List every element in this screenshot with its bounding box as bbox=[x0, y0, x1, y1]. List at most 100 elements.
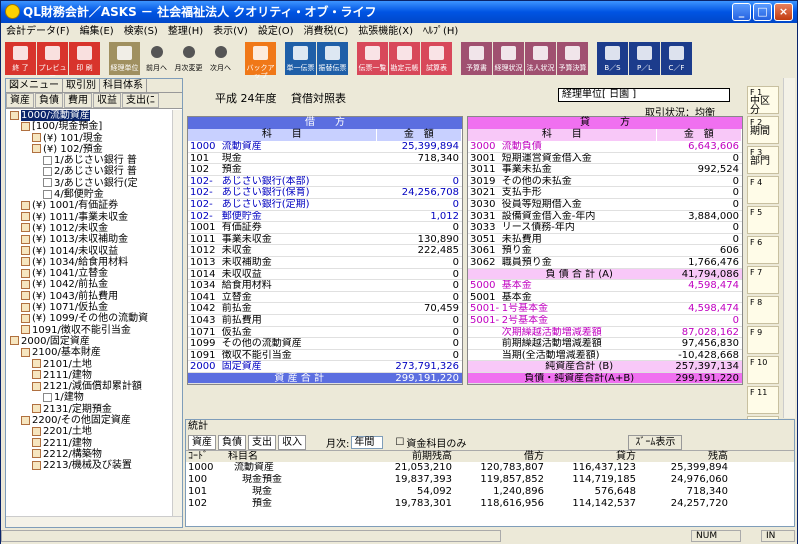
debit-row[interactable]: 1034 給食用材料 0 bbox=[188, 280, 462, 292]
function-key[interactable]: F 10 bbox=[747, 356, 779, 384]
tree-item[interactable]: 2201/土地 bbox=[6, 426, 174, 437]
tree-item[interactable]: (¥) 1071/仮払金 bbox=[6, 302, 174, 313]
toolbar-button[interactable]: 勘定元帳 bbox=[389, 42, 420, 75]
tree-item[interactable]: 2212/構築物 bbox=[6, 449, 174, 460]
credit-row[interactable]: 純資産合計 (B) 257,397,134 bbox=[468, 361, 742, 373]
table-row[interactable]: 1000 流動資産 21,053,210 120,783,807 116,437,123… bbox=[186, 462, 794, 474]
credit-row[interactable]: 前期繰越活動増減差額 97,456,830 bbox=[468, 338, 742, 350]
toolbar-button[interactable]: 前月へ bbox=[141, 42, 172, 75]
credit-row[interactable]: 次期繰越活動増減差額 87,028,162 bbox=[468, 326, 742, 339]
credit-row[interactable]: 負債・純資産合計(A+B) 299,191,220 bbox=[468, 372, 742, 385]
menu-item[interactable]: 検索(S) bbox=[119, 23, 163, 40]
tree-item[interactable]: (¥) 1012/未収金 bbox=[6, 223, 174, 234]
tree-item[interactable]: 1000/流動資産 bbox=[6, 110, 174, 121]
debit-row[interactable]: 1099 その他の流動資産 0 bbox=[188, 338, 462, 350]
tree-item[interactable]: (¥) 1011/事業未収金 bbox=[6, 212, 174, 223]
tree-item[interactable]: 2211/建物 bbox=[6, 438, 174, 449]
tree-item[interactable]: 2/あじさい銀行 普 bbox=[6, 166, 174, 177]
tree-item[interactable]: (¥) 101/現金 bbox=[6, 133, 174, 144]
toolbar-button[interactable]: 終 了 bbox=[5, 42, 36, 75]
function-key[interactable]: F 1 中区分 bbox=[747, 86, 779, 116]
function-key[interactable]: F 6 bbox=[747, 236, 779, 264]
toolbar-button[interactable]: 伝票一覧 bbox=[357, 42, 388, 75]
funds-only-checkbox[interactable]: ☐ bbox=[395, 437, 404, 448]
debit-row[interactable]: 1014 未収収益 0 bbox=[188, 268, 462, 281]
tree-item[interactable]: (¥) 1041/立替金 bbox=[6, 268, 174, 279]
toolbar-button[interactable]: 経理単位 bbox=[109, 42, 140, 75]
table-row[interactable]: 101 現金 54,092 1,240,896 576,648 718,340 bbox=[186, 486, 794, 498]
menu-item[interactable]: 会計データ(F) bbox=[1, 23, 75, 40]
category-tab[interactable]: 収益 bbox=[93, 93, 121, 108]
tree-item[interactable]: 2131/定期預金 bbox=[6, 404, 174, 415]
table-row[interactable]: 100 現金預金 19,837,393 119,857,852 114,719,185 2… bbox=[186, 474, 794, 486]
tree-item[interactable]: (¥) 1042/前払金 bbox=[6, 279, 174, 290]
category-tab[interactable]: 負債 bbox=[35, 93, 63, 108]
credit-row[interactable]: 5000 基本金 4,598,474 bbox=[468, 280, 742, 292]
tree-item[interactable]: 2101/土地 bbox=[6, 359, 174, 370]
credit-row[interactable]: 3011 事業未払金 992,524 bbox=[468, 164, 742, 176]
category-tab[interactable]: 支出(ﾆ bbox=[122, 93, 159, 108]
toolbar-button[interactable]: 法人状況 bbox=[525, 42, 556, 75]
debit-row[interactable]: 102-03 あじさい銀行(定期) 0 bbox=[188, 198, 462, 211]
maximize-button[interactable]: □ bbox=[753, 3, 772, 21]
toolbar-button[interactable]: C／F bbox=[661, 42, 692, 75]
credit-row[interactable]: 負 債 合 計 (A) 41,794,086 bbox=[468, 268, 742, 281]
tree-item[interactable]: (¥) 1043/前払費用 bbox=[6, 291, 174, 302]
menu-item[interactable]: 表示(V) bbox=[208, 23, 253, 40]
debit-row[interactable]: 1043 前払費用 0 bbox=[188, 314, 462, 327]
unit-selector[interactable]: 経理単位[ 日園 ] bbox=[558, 88, 730, 102]
toolbar-button[interactable]: バックアップ bbox=[245, 42, 276, 80]
credit-row[interactable]: 5001 基本金 bbox=[468, 291, 742, 304]
debit-row[interactable]: 1091 徴収不能引当金 0 bbox=[188, 349, 462, 362]
month-select[interactable]: 年間 bbox=[351, 435, 384, 449]
menu-item[interactable]: 消費税(C) bbox=[299, 23, 354, 40]
credit-row[interactable]: 5001-011号基本金 4,598,474 bbox=[468, 303, 742, 315]
tree-item[interactable]: 4/郵便貯金 bbox=[6, 189, 174, 200]
zoom-button[interactable]: ｽﾞｰﾑ表示 bbox=[628, 434, 683, 450]
menu-item[interactable]: ﾍﾙﾌﾟ(H) bbox=[418, 23, 463, 40]
credit-row[interactable]: 3051 未払費用 0 bbox=[468, 233, 742, 246]
tree-item[interactable]: 2200/その他固定資産 bbox=[6, 415, 174, 426]
debit-row[interactable]: 資 産 合 計 299,191,220 bbox=[188, 372, 462, 385]
tree-vertical-scrollbar[interactable] bbox=[172, 110, 182, 516]
tree-item[interactable]: 3/あじさい銀行(定 bbox=[6, 178, 174, 189]
tree-item[interactable]: 1091/徴収不能引当金 bbox=[6, 325, 174, 336]
tree-item[interactable]: 2121/減価償却累計額 bbox=[6, 381, 174, 392]
menu-item[interactable]: 整理(H) bbox=[163, 23, 208, 40]
statistics-tab[interactable]: 資産 bbox=[188, 434, 216, 450]
toolbar-button[interactable]: 予算書 bbox=[461, 42, 492, 75]
debit-row[interactable]: 1000 流動資産 25,399,894 bbox=[188, 141, 462, 153]
minimize-button[interactable]: _ bbox=[732, 3, 751, 21]
toolbar-button[interactable]: 印 刷 bbox=[69, 42, 100, 75]
menu-item[interactable]: 設定(O) bbox=[253, 23, 299, 40]
function-key[interactable]: F 8 bbox=[747, 296, 779, 324]
function-key[interactable]: F 4 bbox=[747, 176, 779, 204]
debit-row[interactable]: 1042 前払金 70,459 bbox=[188, 303, 462, 315]
debit-row[interactable]: 1013 未収補助金 0 bbox=[188, 256, 462, 269]
tree-item[interactable]: 2000/固定資産 bbox=[6, 336, 174, 347]
tree-item[interactable]: 2100/基本財産 bbox=[6, 347, 174, 358]
debit-row[interactable]: 1012 未収金 222,485 bbox=[188, 245, 462, 257]
category-tab[interactable]: 資産 bbox=[6, 93, 34, 108]
credit-row[interactable]: 5001-022号基本金 0 bbox=[468, 314, 742, 327]
tree-item[interactable]: 2111/建物 bbox=[6, 370, 174, 381]
function-key[interactable]: F 7 bbox=[747, 266, 779, 294]
left-tab[interactable]: 取引別 bbox=[63, 79, 100, 92]
tree-item[interactable]: 1/建物 bbox=[6, 392, 174, 403]
main-vertical-scrollbar[interactable] bbox=[783, 78, 795, 418]
debit-row[interactable]: 102-04 郵便貯金 1,012 bbox=[188, 210, 462, 223]
toolbar-button[interactable]: 次月へ bbox=[205, 42, 236, 75]
tree-item[interactable]: (¥) 1001/有価証券 bbox=[6, 200, 174, 211]
credit-row[interactable]: 3000 流動負債 6,643,606 bbox=[468, 141, 742, 153]
tree-item[interactable]: [100/現金預金] bbox=[6, 121, 174, 132]
menu-item[interactable]: 編集(E) bbox=[75, 23, 119, 40]
toolbar-button[interactable]: 経理状況 bbox=[493, 42, 524, 75]
tree-item[interactable]: (¥) 102/預金 bbox=[6, 144, 174, 155]
tree-item[interactable]: 2213/機械及び装置 bbox=[6, 460, 174, 471]
left-tab[interactable]: 図メニュー bbox=[6, 79, 63, 92]
function-key[interactable]: F 11 bbox=[747, 386, 779, 414]
toolbar-button[interactable]: 振替伝票 bbox=[317, 42, 348, 75]
credit-row[interactable]: 3021 支払手形 0 bbox=[468, 187, 742, 199]
toolbar-button[interactable]: プレビュー bbox=[37, 42, 68, 80]
credit-row[interactable]: 当期(全活動増減差額) -10,428,668 bbox=[468, 349, 742, 362]
